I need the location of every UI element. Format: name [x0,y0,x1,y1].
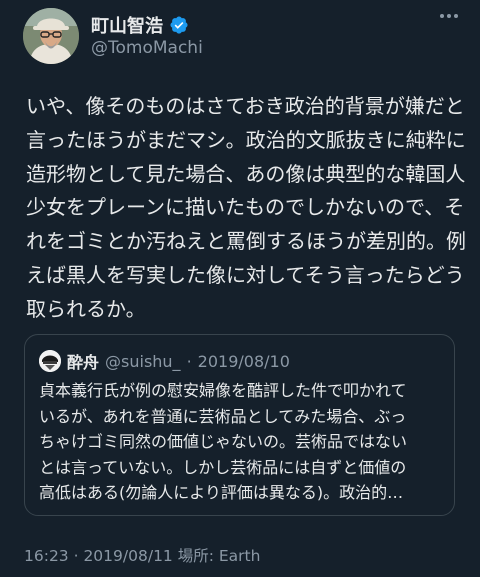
tweet-line: いや、像そのものはさておき政治的背景が嫌だと [26,94,465,118]
tweet-text: いや、像そのものはさておき政治的背景が嫌だと 言ったほうがまだマシ。政治的文脈抜… [26,90,466,327]
author-display-name[interactable]: 町山智浩 [91,12,163,38]
tweet-line: 取られるか。 [26,296,146,321]
quoted-line: とは言っていない。しかし芸術品には自ずと価値の [39,457,407,477]
quoted-handle[interactable]: @suishu_ [105,352,181,371]
tweet-line: 造形物として見た場合、あの像は典型的な韓国人 [26,161,466,186]
quoted-line: いるが、あれを普通に芸術品としてみた場合、ぶっ [39,406,407,426]
quoted-author-avatar[interactable] [39,350,61,372]
quoted-tweet-header: 酔舟 @suishu_ · 2019/08/10 [39,349,290,373]
tweet-line: れをゴミとか汚ねえと罵倒するほうが差別的。例 [26,229,466,254]
tweet-line: 少女をプレーンに描いたものでしかないので、そ [26,195,465,220]
author-handle[interactable]: @TomoMachi [91,38,203,58]
quoted-line: 高低はある(勿論人により評価は異なる)。政治的… [39,483,404,502]
quoted-tweet-text: 貞本義行氏が例の慰安婦像を酷評した件で叩かれて いるが、あれを普通に芸術品として… [39,378,443,506]
tweet-line: 言ったほうがまだマシ。政治的文脈抜きに純粋に [26,127,466,152]
quoted-tweet[interactable]: 酔舟 @suishu_ · 2019/08/10 貞本義行氏が例の慰安婦像を酷評… [24,334,455,516]
quoted-display-name[interactable]: 酔舟 [67,349,99,373]
tweet-line: えば黒人を写実した像に対してそう言ったらどう [26,262,465,287]
tweet-timestamp-location[interactable]: 16:23 · 2019/08/11 場所: Earth [24,544,260,566]
author-name-row[interactable]: 町山智浩 [91,12,189,38]
quoted-date[interactable]: 2019/08/10 [198,352,290,371]
quoted-separator: · [186,351,192,371]
author-avatar[interactable] [23,8,79,64]
quoted-line: 貞本義行氏が例の慰安婦像を酷評した件で叩かれて [39,381,407,400]
quoted-line: ちゃけゴミ同然の価値じゃないの。芸術品ではない [39,432,408,451]
verified-badge-icon [170,16,188,34]
more-options-icon[interactable] [440,14,458,18]
